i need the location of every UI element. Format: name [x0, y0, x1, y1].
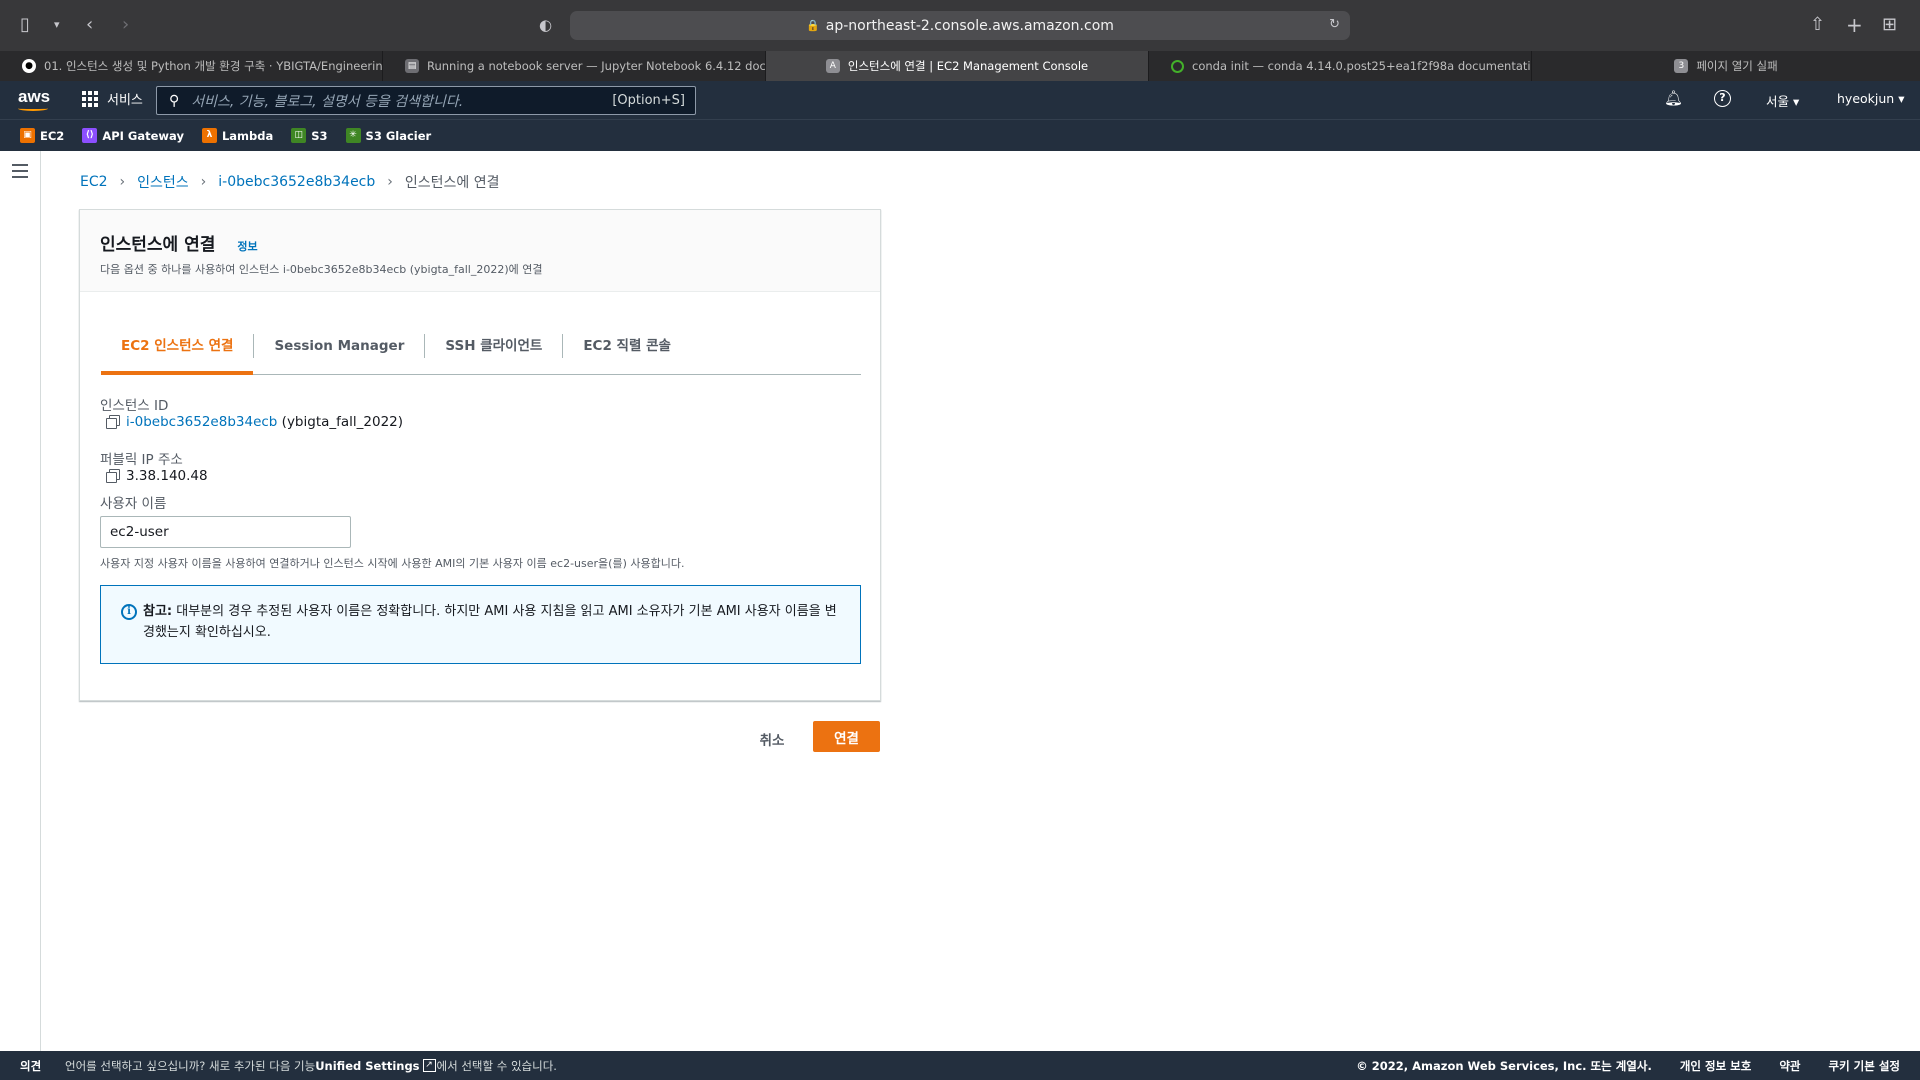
alert-text: 대부분의 경우 추정된 사용자 이름은 정확합니다. 하지만 AMI 사용 지침… — [143, 604, 837, 640]
chevron-right-icon: › — [387, 174, 393, 190]
favorite-ec2[interactable]: ▣ EC2 — [20, 128, 64, 143]
instance-id-link[interactable]: i-0bebc3652e8b34ecb — [126, 414, 277, 430]
browser-tab-bar: ● 01. 인스턴스 생성 및 Python 개발 환경 구축 · YBIGTA… — [0, 51, 1920, 81]
bell-icon[interactable]: 🔔︎ — [1664, 89, 1683, 107]
help-icon[interactable]: ? — [1714, 90, 1731, 107]
ec2-icon: ▣ — [20, 128, 35, 143]
s3-icon: ◫ — [291, 128, 307, 143]
connect-instance-panel: 인스턴스에 연결 정보 다음 옵션 중 하나를 사용하여 인스턴스 i-0beb… — [79, 209, 881, 701]
menu-icon[interactable] — [12, 164, 28, 182]
search-shortcut: [Option+S] — [612, 93, 685, 108]
external-link-icon: ↗ — [422, 1059, 436, 1072]
account-menu[interactable]: hyeokjun ▾ — [1837, 91, 1904, 106]
aws-favicon-icon: A — [825, 59, 840, 73]
connect-button[interactable]: 연결 — [813, 721, 880, 752]
favorite-s3-glacier[interactable]: ✳ S3 Glacier — [345, 128, 431, 143]
back-icon[interactable]: ‹ — [86, 14, 93, 36]
github-icon: ● — [22, 59, 36, 73]
tab-ec2-serial-console[interactable]: EC2 직렬 콘솔 — [562, 334, 691, 358]
glacier-icon: ✳ — [345, 128, 361, 143]
feedback-link[interactable]: 의견 — [20, 1058, 41, 1074]
username-hint: 사용자 지정 사용자 이름을 사용하여 연결하거나 인스턴스 시작에 사용한 A… — [100, 557, 685, 570]
browser-tab[interactable]: conda init — conda 4.14.0.post25+ea1f2f9… — [1149, 51, 1532, 81]
info-alert: i 참고: 대부분의 경우 추정된 사용자 이름은 정확합니다. 하지만 AMI… — [100, 585, 861, 664]
console-footer: 의견 언어를 선택하고 싶으십니까? 새로 추가된 다음 기능 Unified S… — [0, 1051, 1920, 1080]
lock-icon: 🔒 — [806, 19, 820, 32]
browser-tab-active[interactable]: A 인스턴스에 연결 | EC2 Management Console — [766, 51, 1149, 81]
address-bar[interactable]: 🔒 ap-northeast-2.console.aws.amazon.com … — [570, 11, 1350, 40]
tab-ec2-instance-connect[interactable]: EC2 인스턴스 연결 — [101, 334, 254, 375]
url-text: ap-northeast-2.console.aws.amazon.com — [825, 17, 1114, 34]
cookie-preferences-link[interactable]: 쿠키 기본 설정 — [1829, 1058, 1901, 1074]
aws-top-nav: aws 서비스 ⚲ 서비스, 기능, 블로그, 설명서 등을 검색합니다. [O… — [0, 81, 1920, 119]
panel-header: 인스턴스에 연결 정보 다음 옵션 중 하나를 사용하여 인스턴스 i-0beb… — [80, 210, 880, 292]
copy-icon[interactable] — [106, 415, 120, 429]
shield-icon[interactable]: ◐ — [539, 14, 552, 36]
username-input[interactable] — [100, 516, 351, 548]
forward-icon[interactable]: › — [122, 14, 129, 36]
search-placeholder: 서비스, 기능, 블로그, 설명서 등을 검색합니다. — [191, 93, 464, 110]
instance-name: (ybigta_fall_2022) — [281, 414, 404, 430]
breadcrumb-instances[interactable]: 인스턴스 — [137, 172, 189, 192]
info-link[interactable]: 정보 — [237, 238, 257, 254]
favorites-bar: ▣ EC2 ⟨⟩ API Gateway λ Lambda ◫ S3 ✳ S3 … — [0, 119, 1920, 151]
info-icon: i — [121, 604, 137, 620]
aws-smile-icon — [18, 106, 48, 111]
browser-tab[interactable]: 3 페이지 열기 실패 — [1532, 51, 1920, 81]
api-gateway-icon: ⟨⟩ — [82, 128, 98, 143]
copyright-text: © 2022, Amazon Web Services, Inc. 또는 계열사… — [1356, 1058, 1652, 1073]
new-tab-icon[interactable]: + — [1846, 14, 1863, 36]
document-icon: ▤ — [405, 59, 419, 73]
breadcrumb-instance-id[interactable]: i-0bebc3652e8b34ecb — [218, 174, 375, 190]
chevron-down-icon[interactable]: ▾ — [54, 14, 60, 36]
panel-description: 다음 옵션 중 하나를 사용하여 인스턴스 i-0bebc3652e8b34ec… — [100, 263, 543, 276]
share-icon[interactable]: ⇧ — [1810, 14, 1825, 36]
favorite-lambda[interactable]: λ Lambda — [201, 128, 273, 143]
tab-ssh-client[interactable]: SSH 클라이언트 — [424, 334, 562, 358]
region-selector[interactable]: 서울 ▾ — [1766, 91, 1799, 110]
browser-tab[interactable]: ● 01. 인스턴스 생성 및 Python 개발 환경 구축 · YBIGTA… — [0, 51, 383, 81]
browser-tab[interactable]: ▤ Running a notebook server — Jupyter No… — [383, 51, 766, 81]
browser-toolbar: ▯ ▾ ‹ › ◐ 🔒 ap-northeast-2.console.aws.a… — [0, 0, 1920, 51]
chevron-right-icon: › — [200, 174, 207, 190]
breadcrumb: EC2 › 인스턴스 › i-0bebc3652e8b34ecb › 인스턴스에… — [80, 172, 500, 192]
breadcrumb-current: 인스턴스에 연결 — [404, 175, 500, 191]
aws-logo[interactable]: aws — [18, 87, 50, 111]
copy-icon[interactable] — [106, 469, 120, 483]
public-ip-label: 퍼블릭 IP 주소 — [100, 452, 183, 468]
unified-settings-link[interactable]: Unified Settings — [315, 1059, 419, 1073]
sidebar-toggle-icon[interactable]: ▯ — [20, 14, 30, 36]
page-title: 인스턴스에 연결 — [100, 235, 216, 255]
console-search-input[interactable]: ⚲ 서비스, 기능, 블로그, 설명서 등을 검색합니다. [Option+S] — [156, 86, 696, 115]
instance-id-label: 인스턴스 ID — [100, 398, 169, 414]
favorite-s3[interactable]: ◫ S3 — [291, 128, 328, 143]
username-label: 사용자 이름 — [100, 496, 167, 512]
grid-icon — [82, 90, 98, 107]
instance-id-value: i-0bebc3652e8b34ecb (ybigta_fall_2022) — [106, 414, 403, 430]
tab-session-manager[interactable]: Session Manager — [253, 334, 424, 358]
tab-count-badge: 3 — [1674, 59, 1689, 73]
reload-icon[interactable]: ↻ — [1329, 17, 1340, 32]
privacy-link[interactable]: 개인 정보 보호 — [1680, 1058, 1752, 1074]
cancel-button[interactable]: 취소 — [752, 725, 792, 753]
search-icon: ⚲ — [169, 92, 180, 109]
services-menu-button[interactable]: 서비스 — [82, 89, 143, 108]
conda-icon — [1171, 59, 1184, 73]
alert-title: 참고: — [143, 604, 173, 619]
connection-method-tabs: EC2 인스턴스 연결 Session Manager SSH 클라이언트 EC… — [101, 318, 861, 375]
language-notice: 언어를 선택하고 싶으십니까? 새로 추가된 다음 기능 Unified Sett… — [65, 1058, 557, 1073]
public-ip-value: 3.38.140.48 — [106, 468, 208, 484]
chevron-right-icon: › — [119, 174, 126, 190]
terms-link[interactable]: 약관 — [1779, 1058, 1800, 1074]
side-navigation-rail — [0, 151, 41, 1051]
public-ip-text: 3.38.140.48 — [126, 468, 208, 484]
breadcrumb-ec2[interactable]: EC2 — [80, 174, 108, 190]
tab-overview-icon[interactable]: ⊞ — [1882, 14, 1897, 36]
lambda-icon: λ — [201, 128, 217, 143]
footer-links: © 2022, Amazon Web Services, Inc. 또는 계열사… — [1328, 1058, 1900, 1074]
favorite-api-gateway[interactable]: ⟨⟩ API Gateway — [82, 128, 184, 143]
